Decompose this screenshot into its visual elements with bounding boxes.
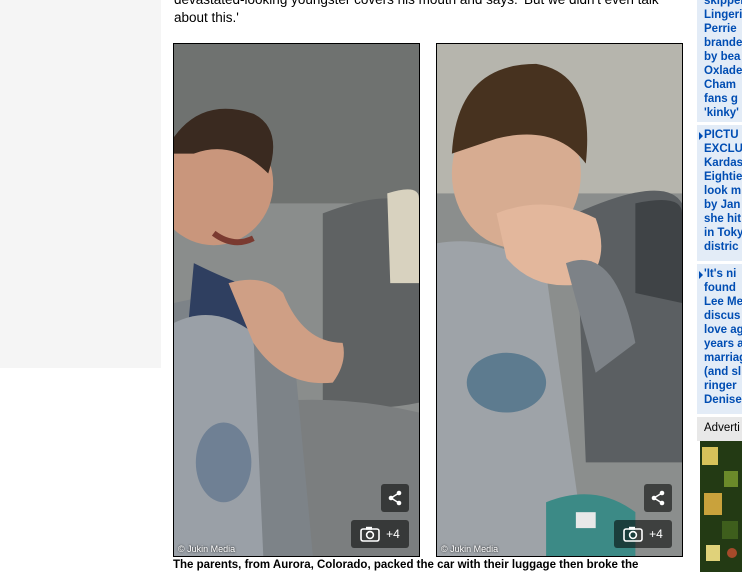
advert-image[interactable] (700, 441, 742, 572)
sidebar-story-2[interactable]: PICTU EXCLU Kardas Eightie look m by Jan… (697, 125, 742, 261)
share-icon (651, 490, 665, 506)
camera-icon (623, 526, 643, 542)
gallery-count: +4 (649, 527, 663, 541)
sidebar-story-headline[interactable]: skipper Lingeri Perrie brande by bea Oxl… (704, 0, 742, 120)
sidebar-story-headline[interactable]: 'It's ni found Lee Me discus love ag yea… (704, 267, 742, 407)
sidebar-story-3[interactable]: 'It's ni found Lee Me discus love ag yea… (697, 264, 742, 414)
gallery-button[interactable]: +4 (614, 520, 672, 548)
triangle-bullet-icon (699, 132, 703, 140)
gallery-count: +4 (386, 527, 400, 541)
share-button[interactable] (381, 484, 409, 512)
sidebar-story-headline[interactable]: PICTU EXCLU Kardas Eightie look m by Jan… (704, 128, 742, 254)
photo-boy-car-seat (174, 44, 419, 556)
left-gutter (0, 0, 161, 368)
right-sidebar: skipper Lingeri Perrie brande by bea Oxl… (697, 0, 742, 572)
triangle-bullet-icon (699, 271, 703, 279)
camera-icon (360, 526, 380, 542)
photo-credit: © Jukin Media (441, 544, 499, 554)
article-photo-right[interactable]: © Jukin Media +4 (436, 43, 683, 557)
article-photo-left[interactable]: © Jukin Media +4 (173, 43, 420, 557)
gallery-button[interactable]: +4 (351, 520, 409, 548)
article-paragraph-line: about this.' (174, 10, 239, 25)
share-button[interactable] (644, 484, 672, 512)
advert-label: Adverti (697, 417, 742, 441)
photo-boy-covering-mouth (437, 44, 682, 556)
sidebar-story-1[interactable]: skipper Lingeri Perrie brande by bea Oxl… (697, 0, 742, 122)
share-icon (388, 490, 402, 506)
article-body: devastated-looking youngster covers his … (174, 0, 674, 27)
photo-caption: The parents, from Aurora, Colorado, pack… (173, 559, 639, 571)
article-paragraph-line: devastated-looking youngster covers his … (174, 0, 674, 9)
photo-credit: © Jukin Media (178, 544, 236, 554)
